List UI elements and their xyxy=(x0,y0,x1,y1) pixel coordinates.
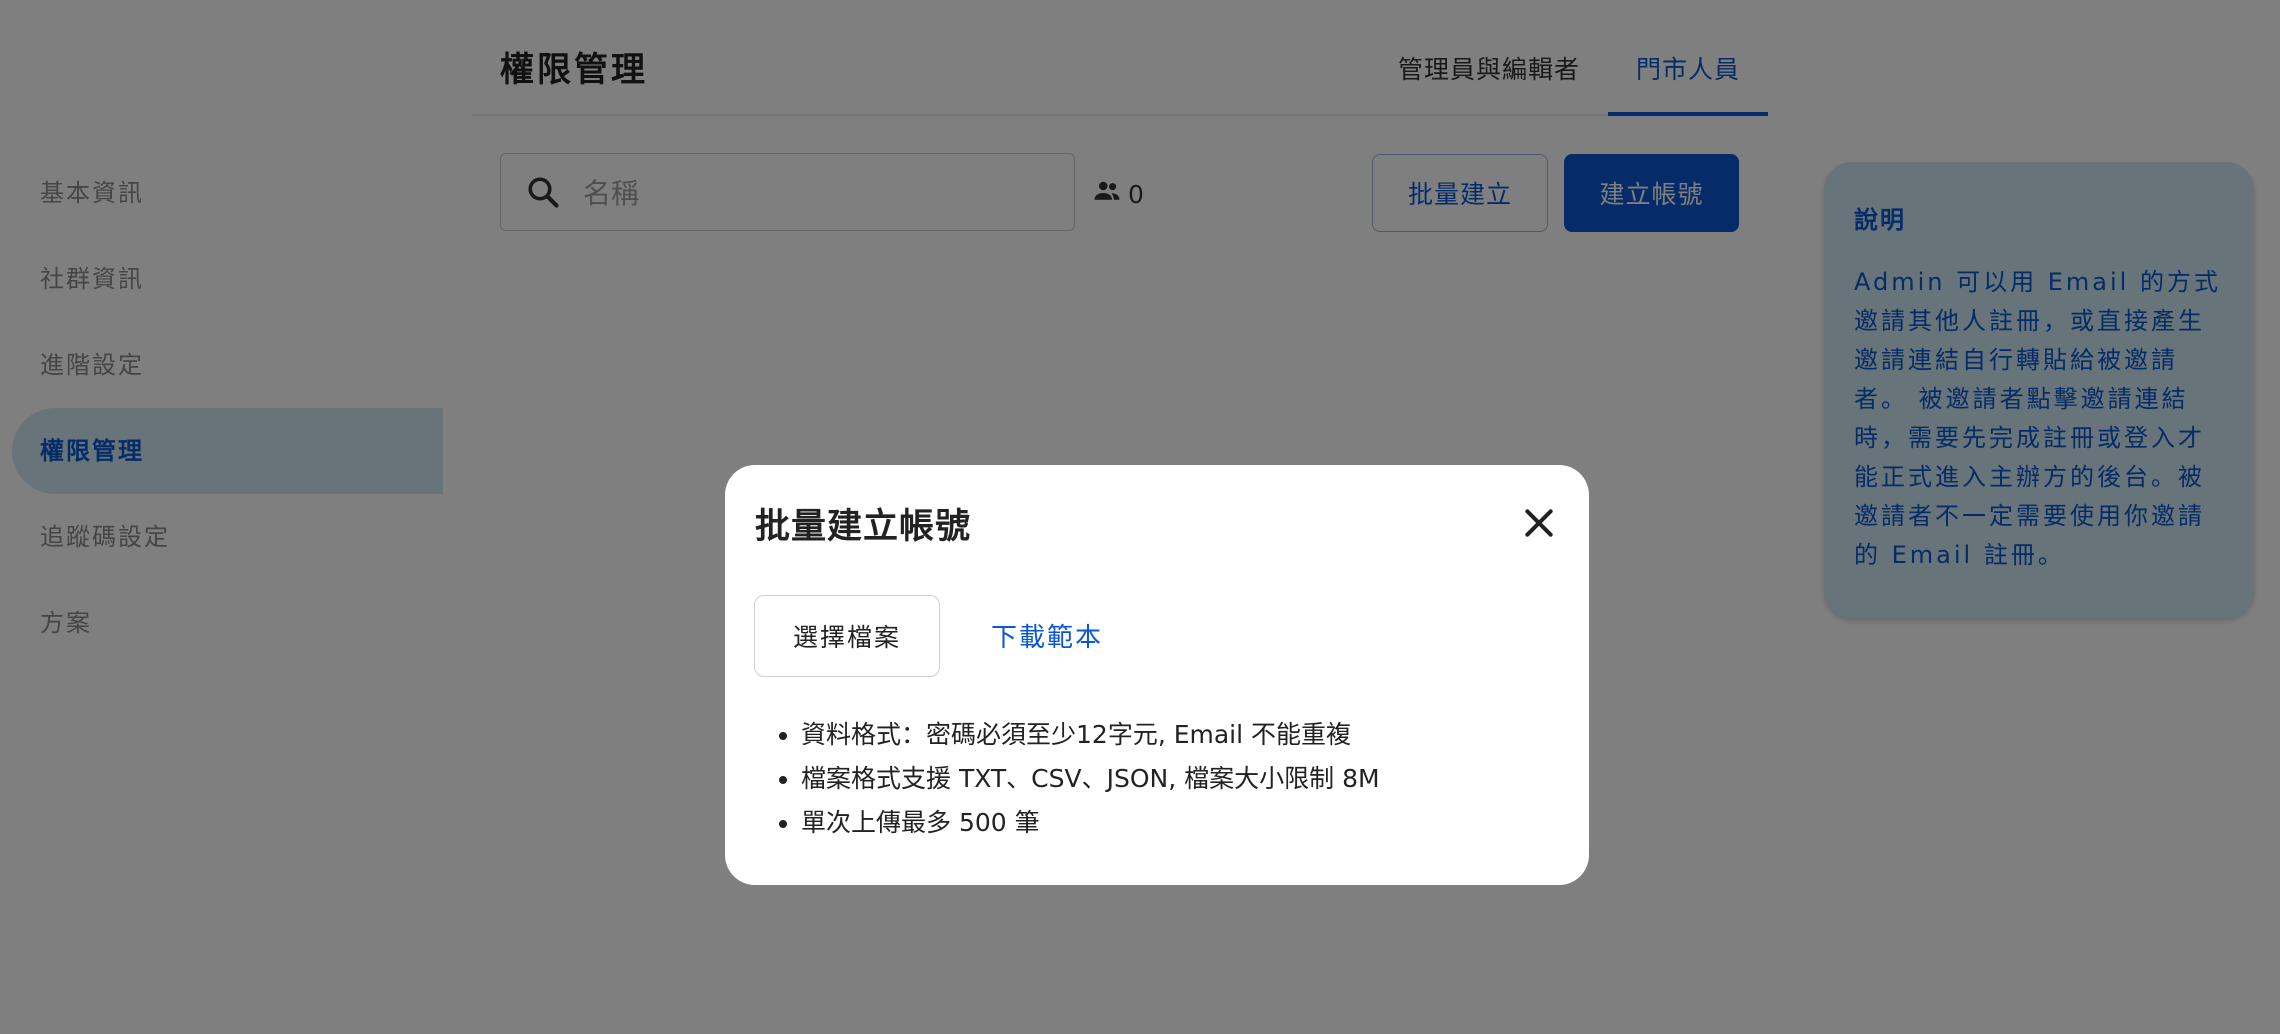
list-item: 資料格式：密碼必須至少12字元, Email 不能重複 xyxy=(801,713,1380,757)
upload-notes: 資料格式：密碼必須至少12字元, Email 不能重複 檔案格式支援 TXT、C… xyxy=(771,713,1380,845)
close-icon[interactable] xyxy=(1519,503,1559,543)
list-item: 檔案格式支援 TXT、CSV、JSON, 檔案大小限制 8M xyxy=(801,757,1380,801)
list-item: 單次上傳最多 500 筆 xyxy=(801,801,1380,845)
download-template-link[interactable]: 下載範本 xyxy=(991,617,1103,654)
choose-file-button[interactable]: 選擇檔案 xyxy=(754,595,940,677)
bulk-create-dialog: 批量建立帳號 選擇檔案 下載範本 資料格式：密碼必須至少12字元, Email … xyxy=(725,465,1589,885)
dialog-title: 批量建立帳號 xyxy=(755,507,972,547)
